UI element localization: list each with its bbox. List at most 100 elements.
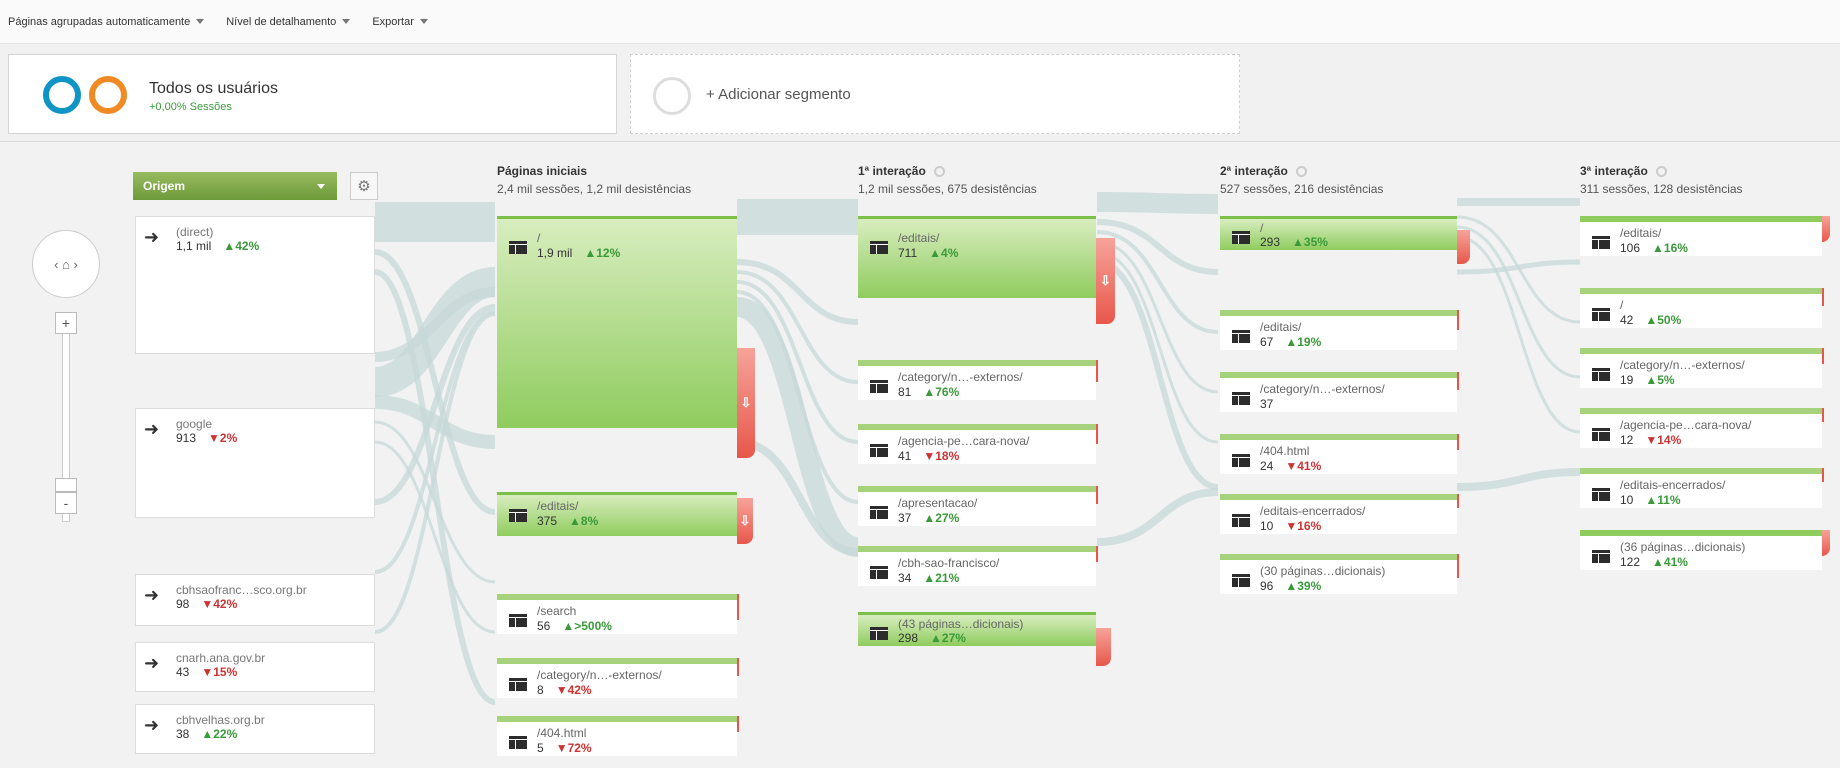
entrance-arrow-icon: ➜ [144,715,160,735]
source-change: ▼15% [201,665,238,679]
page-node[interactable]: (30 páginas…dicionais) 96 ▲39% [1220,554,1457,594]
gear-icon[interactable]: ⚙ [350,172,378,200]
dropoff-bar[interactable] [1822,216,1830,242]
page-node[interactable]: /editais/ 375 ▲8% [497,492,737,536]
page-name: /category/n…-externos/ [1260,382,1385,396]
page-change: ▼72% [555,741,592,755]
page-name: / [537,231,541,245]
page-node[interactable]: / 293 ▲35% [1220,216,1457,250]
dropoff-bar[interactable]: ⇩ [737,498,753,544]
column-header-2nd-interaction: 2ª interação 527 sessões, 216 desistênci… [1220,164,1383,196]
source-value: 913 [176,431,197,445]
dropoff-bar[interactable]: ⇩ [737,348,755,458]
dropoff-bar[interactable] [1822,530,1830,556]
page-name: /editais-encerrados/ [1260,504,1366,518]
page-stats: 10 ▼16% [1260,519,1321,533]
page-change: ▲4% [929,246,959,260]
zoom-out-button[interactable]: - [55,492,77,514]
source-node[interactable]: ➜ google 913 ▼2% [135,408,375,518]
source-change: ▼42% [201,597,238,611]
chevron-down-icon [196,19,205,24]
page-icon [1592,368,1610,381]
zoom-in-button[interactable]: + [55,312,77,334]
page-name: /404.html [537,726,587,740]
info-icon[interactable] [1655,165,1667,177]
dropoff-line [1822,288,1824,306]
page-value: 19 [1620,373,1634,387]
page-node[interactable]: /404.html 5 ▼72% [497,716,737,756]
page-icon [1592,488,1610,501]
source-change: ▼2% [208,431,238,445]
page-node[interactable]: (36 páginas…dicionais) 122 ▲41% [1580,530,1822,570]
page-icon [509,614,527,627]
pan-control[interactable]: ‹ ⌂ › [32,230,100,298]
zoom-handle[interactable] [55,478,77,492]
page-node[interactable]: /404.html 24 ▼41% [1220,434,1457,474]
column-title: 2ª interação [1220,164,1288,178]
page-node[interactable]: /search 56 ▲>500% [497,594,737,634]
dropoff-line [737,716,739,732]
column-title: Páginas iniciais [497,164,588,178]
page-node[interactable]: /agencia-pe…cara-nova/ 41 ▼18% [858,424,1096,464]
info-icon[interactable] [1295,165,1307,177]
page-node[interactable]: /apresentacao/ 37 ▲27% [858,486,1096,526]
page-icon [870,627,888,640]
source-change: ▲42% [223,239,260,253]
segment-bar: Todos os usuários +0,00% Sessões + Adici… [0,44,1840,142]
add-segment-button[interactable]: + Adicionar segmento [630,54,1240,134]
source-stats: 38 ▲22% [176,727,237,741]
page-stats: 122 ▲41% [1620,555,1688,569]
page-node[interactable]: /agencia-pe…cara-nova/ 12 ▼14% [1580,408,1822,448]
page-stats: 24 ▼41% [1260,459,1321,473]
grouping-dropdown[interactable]: Páginas agrupadas automaticamente [8,16,205,28]
page-value: 298 [898,631,919,645]
page-node[interactable]: /category/n…-externos/ 37 [1220,372,1457,412]
segment-all-users[interactable]: Todos os usuários +0,00% Sessões [8,54,617,134]
detail-level-label: Nível de detalhamento [226,15,337,28]
page-node[interactable]: / 42 ▲50% [1580,288,1822,328]
page-node[interactable]: /editais/ 106 ▲16% [1580,216,1822,256]
column-stats: 311 sessões, 128 desistências [1580,182,1743,196]
flow-1-other [1096,259,1219,490]
page-node[interactable]: /editais/ 711 ▲4% [858,216,1096,298]
dropoff-bar[interactable] [1096,628,1111,666]
page-node[interactable]: /category/n…-externos/ 8 ▼42% [497,658,737,698]
column-stats: 1,2 mil sessões, 675 desistências [858,182,1037,196]
source-node[interactable]: ➜ cnarh.ana.gov.br 43 ▼15% [135,642,375,692]
source-node[interactable]: ➜ cbhvelhas.org.br 38 ▲22% [135,704,375,754]
info-icon[interactable] [933,165,945,177]
page-icon [1592,236,1610,249]
column-stats: 2,4 mil sessões, 1,2 mil desistências [497,182,692,196]
page-node[interactable]: /editais-encerrados/ 10 ▼16% [1220,494,1457,534]
page-change: ▲16% [1652,241,1688,255]
dropoff-bar[interactable]: ⇩ [1096,238,1115,324]
page-node[interactable]: /category/n…-externos/ 81 ▲76% [858,360,1096,400]
dropoff-bar[interactable] [1457,230,1470,264]
page-node[interactable]: /cbh-sao-francisco/ 34 ▲21% [858,546,1096,586]
home-icon[interactable]: ‹ ⌂ › [54,257,78,272]
behavior-flow-canvas[interactable]: ‹ ⌂ › + - Origem ⚙ ➜ (direct) 1,1 mil ▲42… [0,142,1840,768]
entrance-arrow-icon: ➜ [144,227,160,247]
page-node[interactable]: /editais-encerrados/ 10 ▲11% [1580,468,1822,508]
page-node[interactable]: (43 páginas…dicionais) 298 ▲27% [858,612,1096,646]
page-node[interactable]: / 1,9 mil ▲12% [497,216,737,428]
page-node[interactable]: /editais/ 67 ▲19% [1220,310,1457,350]
page-name: /category/n…-externos/ [537,668,662,682]
dropoff-line [1822,408,1824,422]
dropoff-line [737,658,739,676]
flow-other-other [1096,488,1219,546]
page-value: 1,9 mil [537,246,573,260]
source-node[interactable]: ➜ cbhsaofranc…sco.org.br 98 ▼42% [135,574,375,626]
dropoff-arrow-icon: ⇩ [1100,273,1111,288]
page-node[interactable]: /category/n…-externos/ 19 ▲5% [1580,348,1822,388]
source-stats: 1,1 mil ▲42% [176,239,259,253]
detail-level-dropdown[interactable]: Nível de detalhamento [226,15,351,28]
page-change: ▲35% [1292,235,1328,249]
page-stats: 8 ▼42% [537,683,592,697]
page-value: 42 [1620,313,1634,327]
dimension-dropdown[interactable]: Origem [133,172,337,200]
export-dropdown[interactable]: Exportar [372,16,428,28]
page-change: ▼41% [1285,459,1322,473]
page-name: /editais/ [537,499,579,513]
source-node[interactable]: ➜ (direct) 1,1 mil ▲42% [135,216,375,354]
